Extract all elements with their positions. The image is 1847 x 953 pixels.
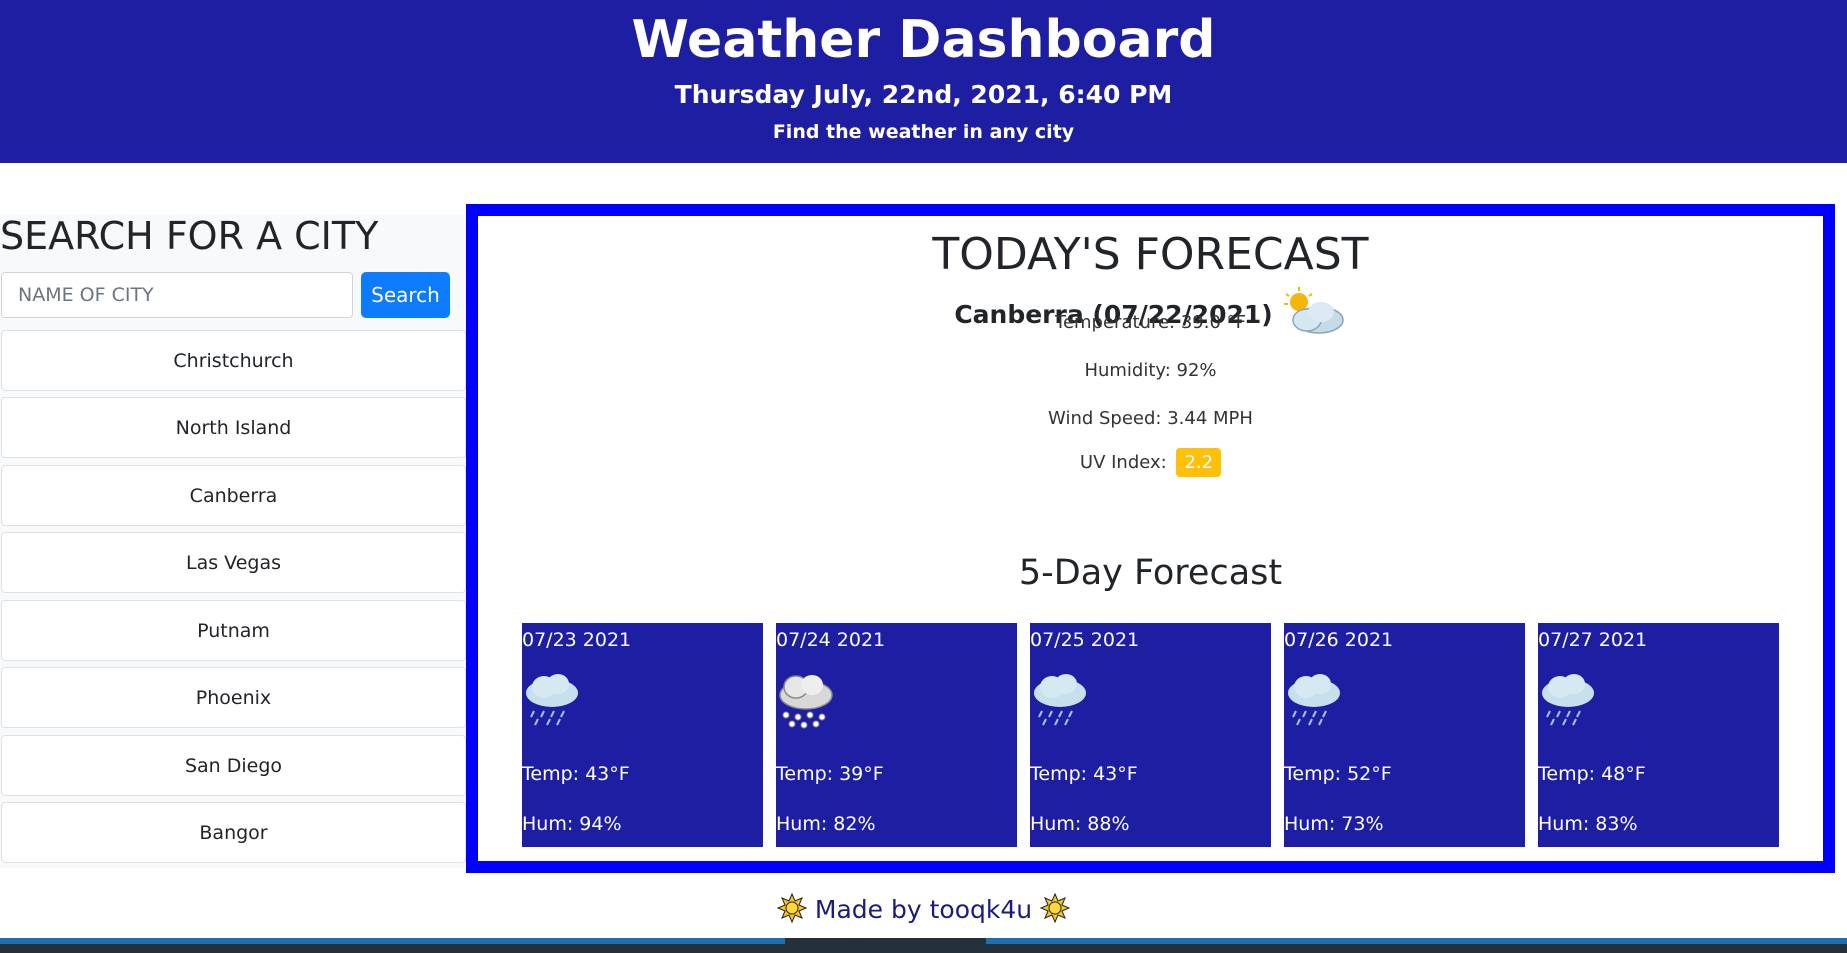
forecast-humidity: Hum: 94% <box>522 813 622 835</box>
forecast-humidity: Hum: 88% <box>1030 813 1130 835</box>
forecast-humidity: Hum: 83% <box>1538 813 1638 835</box>
forecast-temp: Temp: 43°F <box>1030 763 1138 785</box>
forecast-date: 07/27 2021 <box>1538 629 1648 651</box>
taskbar-strip <box>0 938 1847 953</box>
forecast-date: 07/26 2021 <box>1284 629 1394 651</box>
page-subtitle: Find the weather in any city <box>772 121 1075 143</box>
city-button-san-diego[interactable]: San Diego <box>1 735 466 796</box>
forecast-date: 07/23 2021 <box>522 629 632 651</box>
forecast-temp: Temp: 48°F <box>1538 763 1646 785</box>
city-button-canberra[interactable]: Canberra <box>1 465 466 526</box>
rain-icon <box>1284 671 1344 734</box>
snow-icon <box>776 671 836 734</box>
five-day-heading: 5-Day Forecast <box>1018 553 1283 593</box>
forecast-card: 07/27 2021 Temp: 48°F Hum: 83% <box>1538 623 1779 847</box>
forecast-card: 07/25 2021 Temp: 43°F Hum: 88% <box>1030 623 1271 847</box>
wind-text: Wind Speed: 3.44 MPH <box>1048 408 1253 429</box>
city-button-christchurch[interactable]: Christchurch <box>1 330 466 391</box>
humidity-text: Humidity: 92% <box>1084 360 1217 381</box>
city-search-input[interactable] <box>1 272 353 318</box>
city-button-las-vegas[interactable]: Las Vegas <box>1 532 466 593</box>
sun-emoji-icon <box>776 892 815 924</box>
rain-icon <box>1538 671 1598 734</box>
city-button-putnam[interactable]: Putnam <box>1 600 466 661</box>
forecast-panel: TODAY'S FORECAST Canberra (07/22/2021) T… <box>466 204 1835 873</box>
rain-icon <box>522 671 582 734</box>
forecast-temp: Temp: 39°F <box>776 763 884 785</box>
forecast-card: 07/23 2021 Temp: 43°F Hum: 94% <box>522 623 763 847</box>
current-datetime: Thursday July, 22nd, 2021, 6:40 PM <box>674 80 1173 109</box>
forecast-card: 07/24 2021 Temp: 39°F Hum: 82% <box>776 623 1017 847</box>
page-header: Weather Dashboard Thursday July, 22nd, 2… <box>0 0 1847 163</box>
taskbar-accent-right <box>986 938 1847 944</box>
today-heading: TODAY'S FORECAST <box>932 229 1369 280</box>
search-sidebar: SEARCH FOR A CITY Search Christchurch No… <box>0 214 466 868</box>
taskbar-accent-left <box>0 938 785 944</box>
uv-label: UV Index: <box>1079 452 1167 473</box>
forecast-card: 07/26 2021 Temp: 52°F Hum: 73% <box>1284 623 1525 847</box>
temperature-text: Temperature: 39.0 °F <box>1055 312 1246 333</box>
sun-emoji-icon <box>1039 892 1071 924</box>
city-button-bangor[interactable]: Bangor <box>1 802 466 863</box>
uv-row: UV Index: 2.2 <box>478 448 1823 477</box>
forecast-date: 07/25 2021 <box>1030 629 1140 651</box>
forecast-temp: Temp: 43°F <box>522 763 630 785</box>
forecast-humidity: Hum: 73% <box>1284 813 1384 835</box>
city-button-phoenix[interactable]: Phoenix <box>1 667 466 728</box>
uv-badge: 2.2 <box>1176 448 1222 477</box>
city-button-north-island[interactable]: North Island <box>1 397 466 458</box>
page-footer: Made by tooqk4u <box>0 892 1847 924</box>
page-title: Weather Dashboard <box>631 10 1216 70</box>
search-heading: SEARCH FOR A CITY <box>0 214 379 258</box>
rain-icon <box>1030 671 1090 734</box>
forecast-temp: Temp: 52°F <box>1284 763 1392 785</box>
footer-credit: Made by tooqk4u <box>814 895 1033 924</box>
search-button[interactable]: Search <box>361 272 450 318</box>
forecast-date: 07/24 2021 <box>776 629 886 651</box>
forecast-humidity: Hum: 82% <box>776 813 876 835</box>
